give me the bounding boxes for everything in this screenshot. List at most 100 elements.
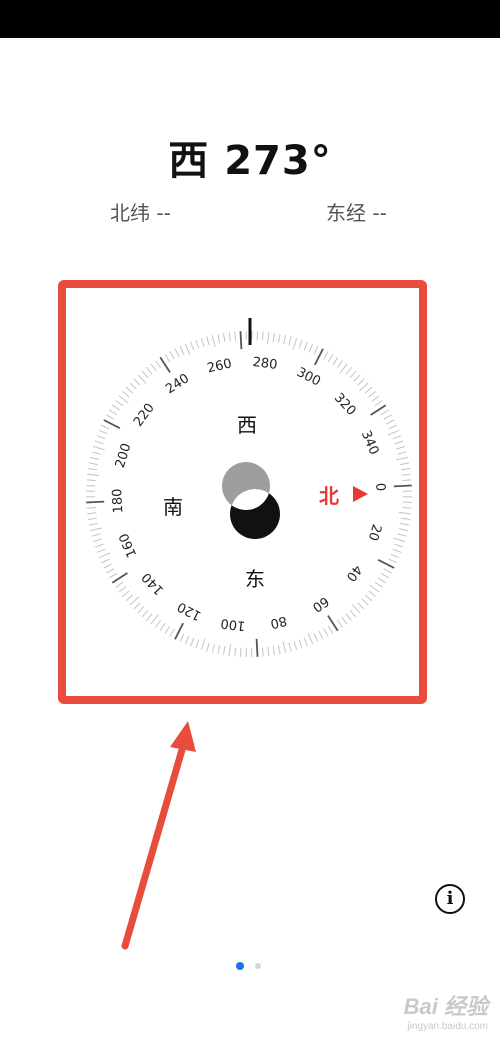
dial-tick	[364, 594, 373, 602]
dial-tick	[122, 590, 130, 597]
cardinal-north: 北	[319, 484, 339, 508]
dial-tick	[96, 548, 106, 553]
dial-tick	[392, 435, 402, 440]
info-button[interactable]: i	[435, 884, 465, 914]
dial-tick	[190, 637, 195, 647]
dial-tick	[272, 332, 275, 342]
dial-tick	[112, 404, 121, 411]
dial-tick	[397, 451, 407, 455]
dial-tick	[90, 527, 102, 532]
level-bubble-icon	[222, 462, 280, 539]
dial-tick	[267, 646, 270, 656]
dial-tick	[129, 382, 137, 390]
dial-degree-label: 300	[294, 365, 323, 390]
dial-tick	[303, 637, 308, 647]
dial-tick	[98, 429, 108, 435]
dial-tick	[125, 386, 134, 394]
dial-tick	[206, 642, 210, 652]
dial-tick	[390, 553, 400, 559]
dial-tick	[396, 456, 408, 461]
dial-degree-label: 0	[372, 483, 387, 492]
dial-tick	[169, 628, 175, 637]
dial-tick	[94, 440, 104, 445]
watermark: Bai 经验 jingyan.baidu.com	[404, 989, 488, 1032]
dial-tick	[385, 419, 395, 425]
dial-tick	[228, 332, 231, 342]
compass-dial: 0 2040 60 80 100 120 140 160 180 200 220240 260 280 3…	[58, 280, 427, 950]
dial-tick	[179, 346, 185, 355]
watermark-logo: Bai 经验	[403, 994, 488, 1019]
dial-tick	[261, 331, 264, 341]
dial-tick	[87, 517, 97, 520]
dial-tick	[195, 339, 200, 349]
dial-tick	[125, 594, 134, 602]
dial-tick	[293, 641, 298, 651]
dial-tick	[393, 484, 412, 488]
dial-tick	[332, 357, 339, 366]
dial-tick	[374, 581, 383, 588]
compass-screen: 西 273° 北纬 -- 东经 -- 0 20 40 60 80 100 120 140 160…	[0, 0, 500, 1038]
dial-tick	[394, 440, 404, 445]
dial-degree-label: 240	[163, 371, 192, 397]
dial-tick	[261, 647, 264, 657]
dial-tick	[96, 435, 106, 440]
dial-tick	[318, 630, 324, 640]
dial-tick	[159, 622, 166, 631]
dial-tick	[88, 522, 98, 526]
dial-tick	[345, 367, 352, 375]
dial-tick	[211, 335, 216, 347]
dial-degree-label: 180	[110, 488, 126, 514]
dial-tick	[195, 639, 200, 649]
dial-degree-label: 200	[113, 442, 135, 470]
dial-tick	[400, 462, 410, 466]
cardinal-west: 西	[237, 413, 257, 437]
dial-degree-label: 120	[175, 598, 204, 623]
dial-tick	[106, 568, 115, 574]
dial-tick	[307, 632, 314, 645]
dial-tick	[88, 462, 98, 466]
dial-degree-label: 340	[358, 428, 382, 457]
dial-tick	[133, 602, 141, 610]
dial-degree-label: 220	[131, 401, 158, 430]
dial-tick	[400, 522, 410, 526]
dial-tick	[223, 332, 226, 342]
dial-tick	[351, 604, 361, 614]
dial-tick	[369, 584, 380, 593]
dial-tick	[86, 479, 96, 482]
dial-tick	[353, 374, 361, 382]
dial-tick	[283, 335, 287, 345]
dial-tick	[323, 351, 329, 360]
dial-tick	[200, 337, 205, 347]
dial-tick	[87, 468, 97, 471]
dial-tick	[288, 642, 292, 652]
cardinal-east: 东	[245, 567, 265, 591]
annotation-arrow	[121, 739, 188, 950]
page-indicator-inactive[interactable]	[255, 963, 261, 969]
dial-tick	[266, 332, 270, 345]
dial-tick	[393, 537, 406, 543]
dial-tick	[288, 336, 292, 346]
dial-tick	[106, 414, 115, 420]
dial-tick	[364, 386, 373, 394]
dial-tick	[401, 468, 411, 471]
dial-tick	[277, 645, 281, 655]
north-arrow-icon	[353, 486, 368, 502]
page-indicator-active[interactable]	[236, 962, 244, 970]
dial-tick	[155, 360, 162, 369]
dial-tick	[92, 445, 105, 451]
dial-tick	[371, 395, 380, 402]
dial-tick	[217, 645, 221, 655]
dial-tick	[383, 414, 392, 420]
dial-tick	[150, 614, 159, 625]
dial-tick	[387, 429, 400, 436]
dial-tick	[115, 581, 124, 588]
dial-tick	[380, 409, 389, 416]
dial-tick	[402, 479, 412, 482]
dial-tick	[86, 506, 96, 509]
dial-degree-label: 80	[269, 612, 288, 630]
dial-tick	[190, 341, 195, 351]
watermark-url: jingyan.baidu.com	[407, 1021, 488, 1032]
dial-tick	[141, 609, 149, 618]
dial-tick	[357, 378, 365, 386]
dial-tick	[122, 391, 130, 398]
